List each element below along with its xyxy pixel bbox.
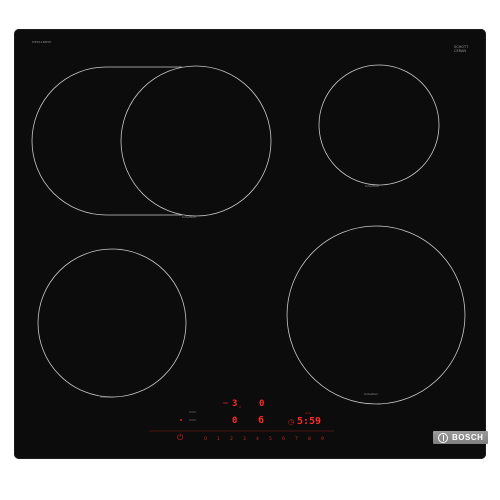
zone-rear-right[interactable] bbox=[318, 64, 440, 186]
zone-rear-left-right-circle[interactable] bbox=[120, 65, 272, 217]
timer-display: 5:59 bbox=[297, 416, 322, 427]
slider-level-4[interactable]: 4 bbox=[256, 437, 259, 442]
slider-level-5[interactable]: 5 bbox=[269, 437, 272, 442]
brand-name: BOSCH bbox=[452, 433, 484, 442]
zone-label-4: Induction bbox=[364, 392, 378, 396]
zone-label-2: Induction bbox=[365, 184, 379, 188]
rear-left-level-display: 3 bbox=[232, 399, 238, 409]
front-left-level-display: 0 bbox=[232, 416, 238, 426]
flex-zone-outline bbox=[31, 66, 182, 216]
slider-level-7[interactable]: 7 bbox=[295, 437, 298, 442]
slider-level-3[interactable]: 3 bbox=[243, 437, 246, 442]
cooktop-surface: PIE611BB5E SCHOTT CERAN Induction Induct… bbox=[14, 29, 488, 459]
zone-label-3: Induction bbox=[100, 395, 114, 399]
clock-icon[interactable]: ◷ bbox=[288, 418, 294, 426]
slider-level-9[interactable]: 9 bbox=[321, 437, 324, 442]
zone-front-left[interactable] bbox=[37, 248, 187, 398]
zone-indicator-dot bbox=[180, 419, 182, 421]
power-icon[interactable]: ⏻ bbox=[177, 433, 183, 443]
slider-level-0[interactable]: 0 bbox=[204, 437, 207, 442]
slider-level-1[interactable]: 1 bbox=[217, 437, 220, 442]
rear-left-sub-display: 2 bbox=[239, 405, 241, 409]
rear-right-level-display: 0 bbox=[259, 399, 265, 409]
slider-level-6[interactable]: 6 bbox=[282, 437, 285, 442]
zone-label-1: Induction bbox=[182, 215, 196, 219]
front-right-level-display: 6 bbox=[258, 415, 265, 426]
power-slider[interactable]: 0 1 2 3 4 5 6 7 8 9 bbox=[204, 437, 334, 443]
bosch-logo-icon bbox=[438, 432, 448, 443]
slider-level-2[interactable]: 2 bbox=[230, 437, 233, 442]
cooking-zones-graphic bbox=[31, 64, 466, 432]
slider-level-8[interactable]: 8 bbox=[308, 437, 311, 442]
zone-front-right[interactable] bbox=[286, 225, 466, 405]
timer-unit-label: min bbox=[305, 411, 311, 415]
brand-badge: BOSCH bbox=[433, 431, 488, 444]
